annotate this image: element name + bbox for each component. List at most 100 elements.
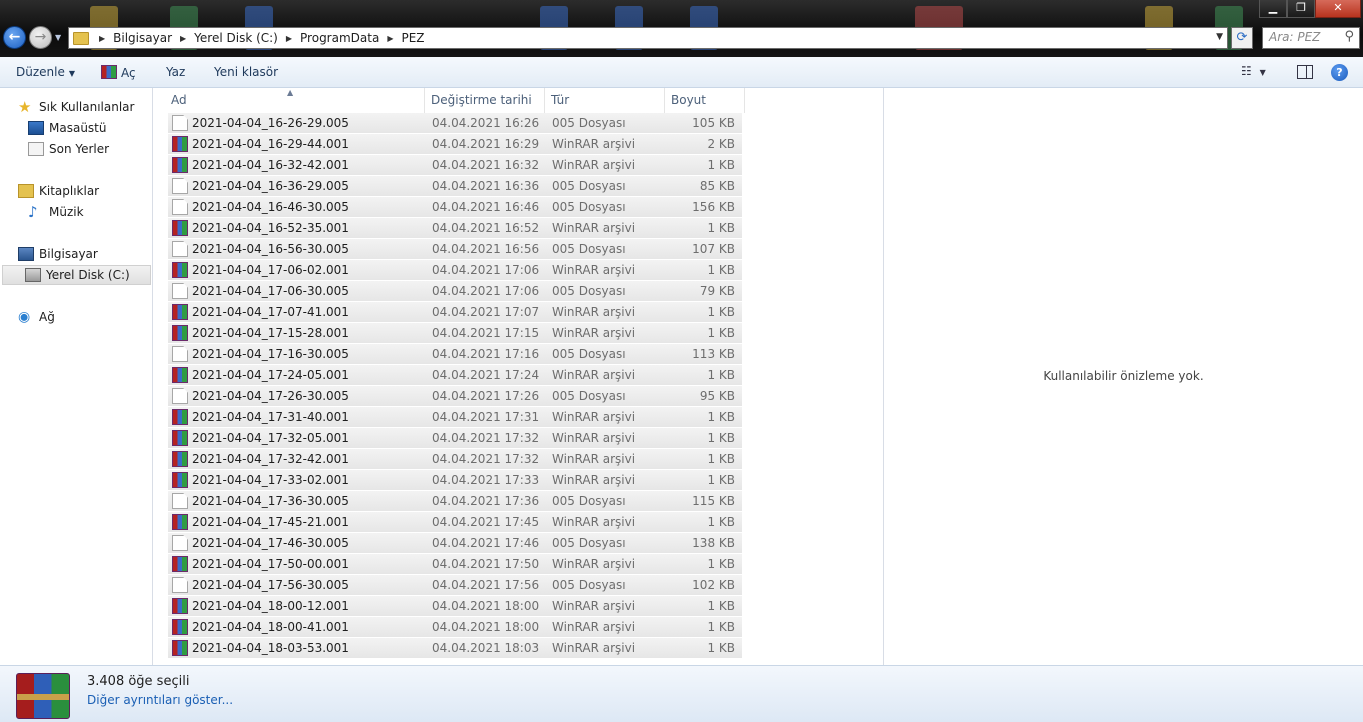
column-header-name[interactable]: Ad ▲ xyxy=(165,88,425,113)
print-button[interactable]: Yaz xyxy=(166,65,185,79)
file-type: WinRAR arşivi xyxy=(552,221,636,235)
file-type: WinRAR arşivi xyxy=(552,641,636,655)
address-bar[interactable]: ▶ Bilgisayar ▶ Yerel Disk (C:) ▶ Program… xyxy=(68,27,1228,49)
table-row[interactable]: 2021-04-04_17-33-02.001 04.04.2021 17:33 W… xyxy=(168,470,742,491)
table-row[interactable]: 2021-04-04_17-45-21.001 04.04.2021 17:45 W… xyxy=(168,512,742,533)
file-name-cell: 2021-04-04_18-03-53.001 xyxy=(168,640,426,656)
table-row[interactable]: 2021-04-04_17-31-40.001 04.04.2021 17:31 W… xyxy=(168,407,742,428)
sidebar-item-network[interactable]: ◉ Ağ xyxy=(18,307,55,327)
chevron-right-icon[interactable]: ▶ xyxy=(387,34,393,43)
close-button[interactable]: ✕ xyxy=(1315,0,1361,18)
recent-pages-dropdown[interactable]: ▼ xyxy=(55,33,61,42)
table-row[interactable]: 2021-04-04_18-00-41.001 04.04.2021 18:00 W… xyxy=(168,617,742,638)
sidebar-item-recent[interactable]: Son Yerler xyxy=(28,139,109,159)
file-name: 2021-04-04_17-45-21.001 xyxy=(192,515,349,529)
file-date: 04.04.2021 17:06 xyxy=(432,284,540,298)
file-name-cell: 2021-04-04_17-07-41.001 xyxy=(168,304,426,320)
table-row[interactable]: 2021-04-04_16-36-29.005 04.04.2021 16:36 0… xyxy=(168,176,742,197)
search-input[interactable]: Ara: PEZ ⚲ xyxy=(1262,27,1360,49)
file-date: 04.04.2021 16:46 xyxy=(432,200,540,214)
help-icon[interactable]: ? xyxy=(1331,64,1348,81)
file-size: 115 KB xyxy=(692,494,735,508)
organize-button[interactable]: Düzenle ▼ xyxy=(16,65,75,79)
table-row[interactable]: 2021-04-04_16-56-30.005 04.04.2021 16:56 0… xyxy=(168,239,742,260)
column-type-label: Tür xyxy=(551,93,570,107)
search-icon[interactable]: ⚲ xyxy=(1344,29,1354,44)
file-size: 138 KB xyxy=(692,536,735,550)
sidebar-item-libraries[interactable]: Kitaplıklar xyxy=(18,181,99,201)
file-name: 2021-04-04_17-07-41.001 xyxy=(192,305,349,319)
file-date: 04.04.2021 17:06 xyxy=(432,263,540,277)
sidebar-item-desktop[interactable]: Masaüstü xyxy=(28,118,106,138)
new-folder-button[interactable]: Yeni klasör xyxy=(214,65,278,79)
table-row[interactable]: 2021-04-04_16-26-29.005 04.04.2021 16:26 0… xyxy=(168,113,742,134)
view-options-button[interactable]: ☷ ▼ xyxy=(1241,64,1266,78)
file-name: 2021-04-04_16-36-29.005 xyxy=(192,179,349,193)
table-row[interactable]: 2021-04-04_17-36-30.005 04.04.2021 17:36 0… xyxy=(168,491,742,512)
file-name-cell: 2021-04-04_17-45-21.001 xyxy=(168,514,426,530)
show-more-details-link[interactable]: Diğer ayrıntıları göster... xyxy=(87,693,233,707)
file-name-cell: 2021-04-04_18-00-12.001 xyxy=(168,598,426,614)
file-name: 2021-04-04_16-52-35.001 xyxy=(192,221,349,235)
table-row[interactable]: 2021-04-04_16-52-35.001 04.04.2021 16:52 W… xyxy=(168,218,742,239)
column-header-type[interactable]: Tür xyxy=(545,88,665,113)
table-row[interactable]: 2021-04-04_16-32-42.001 04.04.2021 16:32 W… xyxy=(168,155,742,176)
maximize-button[interactable]: ❐ xyxy=(1287,0,1315,18)
file-date: 04.04.2021 17:31 xyxy=(432,410,540,424)
new-folder-label: Yeni klasör xyxy=(214,65,279,79)
table-row[interactable]: 2021-04-04_18-00-12.001 04.04.2021 18:00 W… xyxy=(168,596,742,617)
table-row[interactable]: 2021-04-04_17-26-30.005 04.04.2021 17:26 0… xyxy=(168,386,742,407)
back-button[interactable]: ← xyxy=(3,26,26,49)
table-row[interactable]: 2021-04-04_17-46-30.005 04.04.2021 17:46 0… xyxy=(168,533,742,554)
table-row[interactable]: 2021-04-04_16-46-30.005 04.04.2021 16:46 0… xyxy=(168,197,742,218)
preview-pane-icon[interactable] xyxy=(1297,65,1313,79)
table-row[interactable]: 2021-04-04_17-50-00.001 04.04.2021 17:50 W… xyxy=(168,554,742,575)
file-size: 156 KB xyxy=(692,200,735,214)
chevron-right-icon[interactable]: ▶ xyxy=(99,34,105,43)
file-date: 04.04.2021 17:33 xyxy=(432,473,540,487)
column-header-date[interactable]: Değiştirme tarihi xyxy=(425,88,545,113)
table-row[interactable]: 2021-04-04_17-24-05.001 04.04.2021 17:24 W… xyxy=(168,365,742,386)
open-button[interactable]: Aç xyxy=(101,65,136,80)
sidebar-item-computer[interactable]: Bilgisayar xyxy=(18,244,98,264)
chevron-right-icon[interactable]: ▶ xyxy=(180,34,186,43)
file-icon xyxy=(172,346,188,362)
file-date: 04.04.2021 17:24 xyxy=(432,368,540,382)
forward-button[interactable]: → xyxy=(29,26,52,49)
table-row[interactable]: 2021-04-04_17-15-28.001 04.04.2021 17:15 W… xyxy=(168,323,742,344)
file-name-cell: 2021-04-04_18-00-41.001 xyxy=(168,619,426,635)
file-type: WinRAR arşivi xyxy=(552,599,636,613)
breadcrumb-local-disk[interactable]: Yerel Disk (C:) xyxy=(194,31,278,45)
table-row[interactable]: 2021-04-04_17-06-30.005 04.04.2021 17:06 0… xyxy=(168,281,742,302)
refresh-button[interactable]: ⟳ xyxy=(1231,27,1253,49)
table-row[interactable]: 2021-04-04_17-06-02.001 04.04.2021 17:06 W… xyxy=(168,260,742,281)
sidebar-item-local-disk[interactable]: Yerel Disk (C:) xyxy=(2,265,151,285)
file-date: 04.04.2021 16:56 xyxy=(432,242,540,256)
sidebar-item-music[interactable]: ♪ Müzik xyxy=(28,202,84,222)
table-row[interactable]: 2021-04-04_17-32-05.001 04.04.2021 17:32 W… xyxy=(168,428,742,449)
column-header-size[interactable]: Boyut xyxy=(665,88,745,113)
file-date: 04.04.2021 17:26 xyxy=(432,389,540,403)
breadcrumb-computer[interactable]: Bilgisayar xyxy=(113,31,172,45)
file-date: 04.04.2021 16:52 xyxy=(432,221,540,235)
table-row[interactable]: 2021-04-04_16-29-44.001 04.04.2021 16:29 W… xyxy=(168,134,742,155)
file-name: 2021-04-04_16-56-30.005 xyxy=(192,242,349,256)
table-row[interactable]: 2021-04-04_17-32-42.001 04.04.2021 17:32 W… xyxy=(168,449,742,470)
chevron-right-icon[interactable]: ▶ xyxy=(286,34,292,43)
table-row[interactable]: 2021-04-04_18-03-53.001 04.04.2021 18:03 W… xyxy=(168,638,742,659)
recent-places-icon xyxy=(28,142,44,156)
winrar-file-icon xyxy=(172,367,188,383)
minimize-button[interactable]: ▁ xyxy=(1259,0,1287,18)
column-size-label: Boyut xyxy=(671,93,706,107)
table-row[interactable]: 2021-04-04_17-16-30.005 04.04.2021 17:16 0… xyxy=(168,344,742,365)
table-row[interactable]: 2021-04-04_17-07-41.001 04.04.2021 17:07 W… xyxy=(168,302,742,323)
breadcrumb-programdata[interactable]: ProgramData xyxy=(300,31,379,45)
view-icon: ☷ xyxy=(1241,64,1252,78)
winrar-file-icon xyxy=(172,640,188,656)
file-size: 102 KB xyxy=(692,578,735,592)
sidebar-item-favorites[interactable]: ★ Sık Kullanılanlar xyxy=(18,97,134,117)
address-dropdown-icon[interactable]: ▼ xyxy=(1216,32,1223,42)
breadcrumb-pez[interactable]: PEZ xyxy=(401,31,424,45)
file-name-cell: 2021-04-04_17-06-02.001 xyxy=(168,262,426,278)
table-row[interactable]: 2021-04-04_17-56-30.005 04.04.2021 17:56 0… xyxy=(168,575,742,596)
